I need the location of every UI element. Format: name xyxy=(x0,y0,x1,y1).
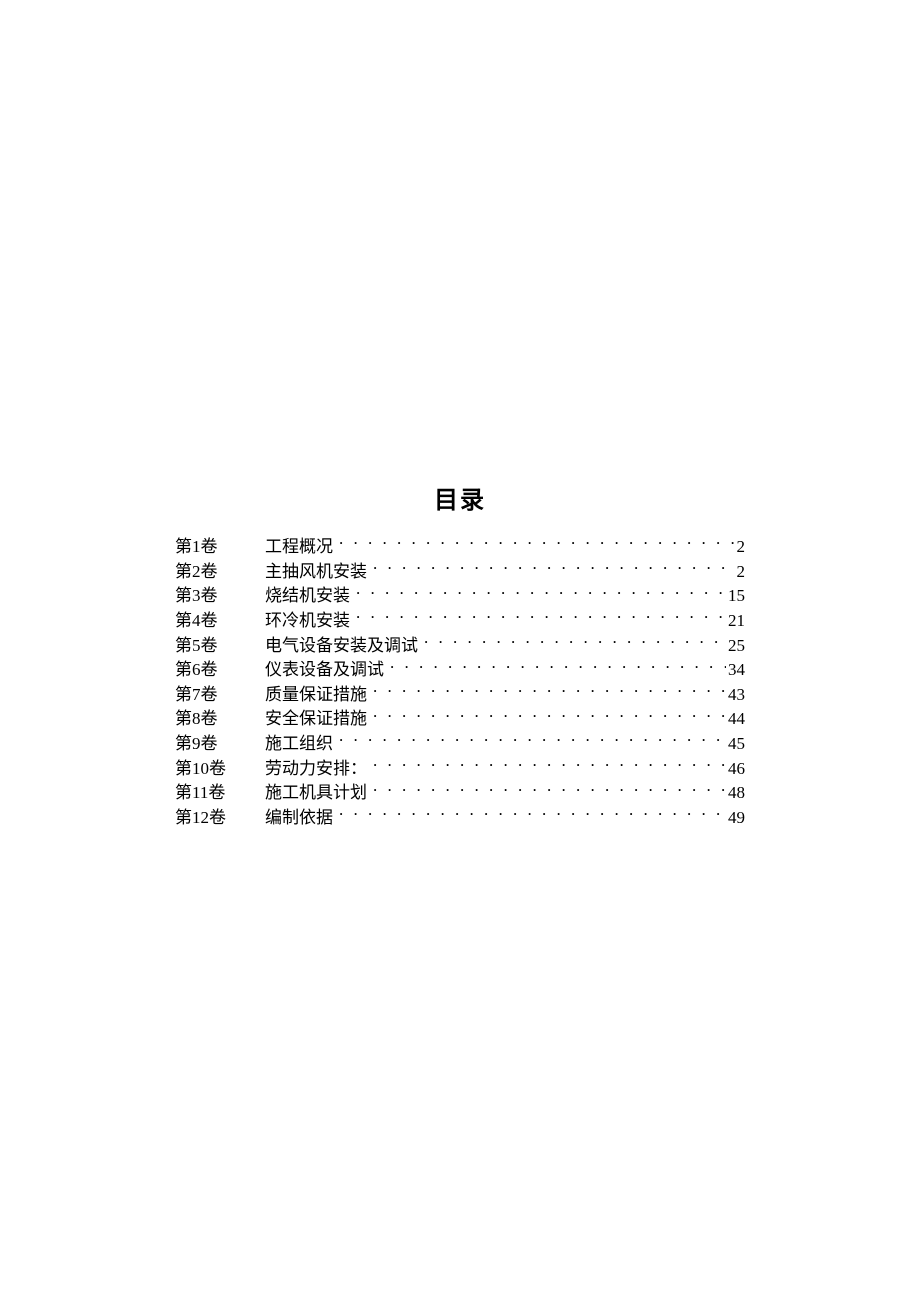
toc-entry-title: 施工机具计划 xyxy=(265,781,367,806)
toc-entry-title: 编制依据 xyxy=(265,806,333,831)
toc-dots xyxy=(339,732,726,749)
toc-entry-title: 安全保证措施 xyxy=(265,707,367,732)
toc-volume: 第8卷 xyxy=(175,707,265,732)
toc-row: 第11卷 施工机具计划 48 xyxy=(175,781,745,806)
toc-row: 第2卷 主抽风机安装 2 xyxy=(175,560,745,585)
toc-list: 第1卷 工程概况 2 第2卷 主抽风机安装 2 第3卷 烧结机安装 15 第4卷… xyxy=(175,535,745,831)
toc-row: 第3卷 烧结机安装 15 xyxy=(175,584,745,609)
toc-entry-title: 主抽风机安装 xyxy=(265,560,367,585)
toc-entry-title: 仪表设备及调试 xyxy=(265,658,384,683)
toc-page: 2 xyxy=(735,560,746,585)
toc-page: 2 xyxy=(735,535,746,560)
toc-volume: 第2卷 xyxy=(175,560,265,585)
toc-dots xyxy=(356,609,726,626)
toc-page: 34 xyxy=(726,658,745,683)
toc-dots xyxy=(373,757,726,774)
toc-page: 25 xyxy=(726,634,745,659)
toc-entry-title: 施工组织 xyxy=(265,732,333,757)
toc-row: 第4卷 环冷机安装 21 xyxy=(175,609,745,634)
toc-entry-title: 工程概况 xyxy=(265,535,333,560)
toc-volume: 第5卷 xyxy=(175,634,265,659)
toc-entry-title: 环冷机安装 xyxy=(265,609,350,634)
toc-row: 第5卷 电气设备安装及调试 25 xyxy=(175,634,745,659)
toc-volume: 第6卷 xyxy=(175,658,265,683)
toc-page: 48 xyxy=(726,781,745,806)
toc-page: 44 xyxy=(726,707,745,732)
toc-row: 第8卷 安全保证措施 44 xyxy=(175,707,745,732)
toc-entry-title: 质量保证措施 xyxy=(265,683,367,708)
toc-dots xyxy=(373,781,726,798)
toc-title: 目录 xyxy=(175,480,745,515)
toc-row: 第6卷 仪表设备及调试 34 xyxy=(175,658,745,683)
toc-dots xyxy=(373,683,726,700)
toc-page: 43 xyxy=(726,683,745,708)
toc-volume: 第9卷 xyxy=(175,732,265,757)
toc-page: 49 xyxy=(726,806,745,831)
toc-entry-title: 烧结机安装 xyxy=(265,584,350,609)
toc-dots xyxy=(339,806,726,823)
document-page: 目录 第1卷 工程概况 2 第2卷 主抽风机安装 2 第3卷 烧结机安装 15 … xyxy=(0,0,920,831)
toc-dots xyxy=(373,707,726,724)
toc-entry-title: 劳动力安排： xyxy=(265,757,367,782)
toc-row: 第12卷 编制依据 49 xyxy=(175,806,745,831)
toc-page: 21 xyxy=(726,609,745,634)
toc-volume: 第12卷 xyxy=(175,806,265,831)
toc-row: 第1卷 工程概况 2 xyxy=(175,535,745,560)
toc-dots xyxy=(373,560,735,577)
toc-page: 45 xyxy=(726,732,745,757)
toc-page: 46 xyxy=(726,757,745,782)
toc-entry-title: 电气设备安装及调试 xyxy=(265,634,418,659)
toc-volume: 第4卷 xyxy=(175,609,265,634)
toc-row: 第9卷 施工组织 45 xyxy=(175,732,745,757)
toc-volume: 第3卷 xyxy=(175,584,265,609)
toc-volume: 第1卷 xyxy=(175,535,265,560)
toc-page: 15 xyxy=(726,584,745,609)
toc-row: 第7卷 质量保证措施 43 xyxy=(175,683,745,708)
toc-dots xyxy=(339,535,735,552)
toc-row: 第10卷 劳动力安排： 46 xyxy=(175,757,745,782)
toc-dots xyxy=(390,658,726,675)
toc-volume: 第10卷 xyxy=(175,757,265,782)
toc-volume: 第7卷 xyxy=(175,683,265,708)
toc-volume: 第11卷 xyxy=(175,781,265,806)
toc-dots xyxy=(356,584,726,601)
toc-dots xyxy=(424,634,726,651)
